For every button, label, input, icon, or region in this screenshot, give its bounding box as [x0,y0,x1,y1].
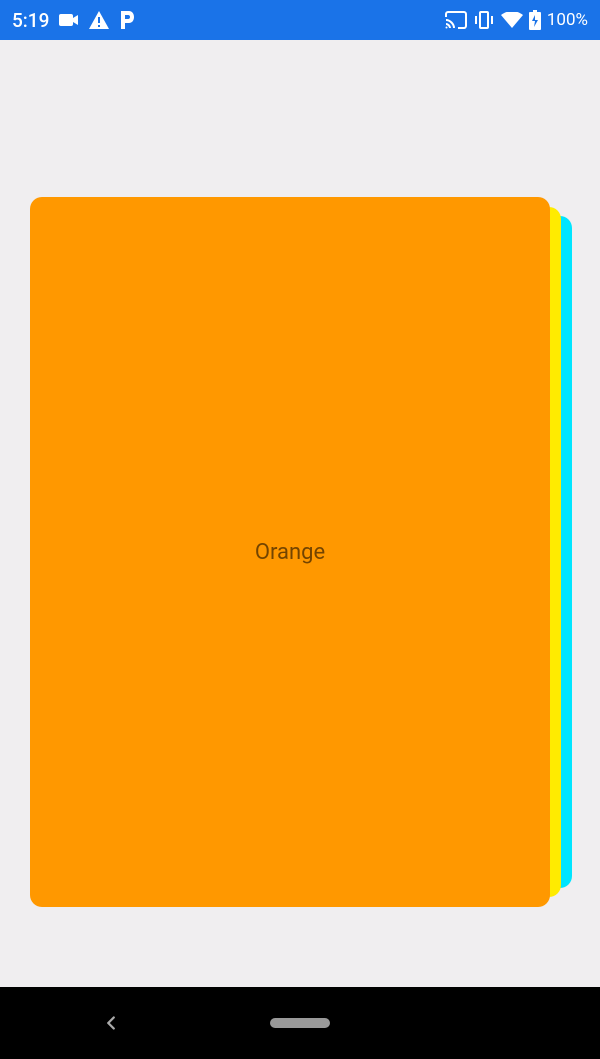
cast-icon [445,11,467,29]
card-label: Orange [255,540,325,565]
camera-icon [59,13,79,27]
status-left-group: 5:19 [12,9,135,32]
vibrate-icon [473,11,495,29]
status-bar: 5:19 [0,0,600,40]
battery-icon [529,10,541,30]
warning-icon [89,11,109,29]
card-front-orange[interactable]: Orange [30,197,550,907]
navigation-bar [0,987,600,1059]
status-time: 5:19 [12,9,49,32]
wifi-icon [501,12,523,28]
parking-icon [119,11,135,29]
battery-percentage: 100% [547,10,588,30]
status-right-group: 100% [445,10,588,30]
back-icon[interactable] [100,1012,122,1034]
app-content: Orange [0,40,600,987]
card-stack: Orange [30,197,572,907]
home-handle[interactable] [270,1018,330,1028]
